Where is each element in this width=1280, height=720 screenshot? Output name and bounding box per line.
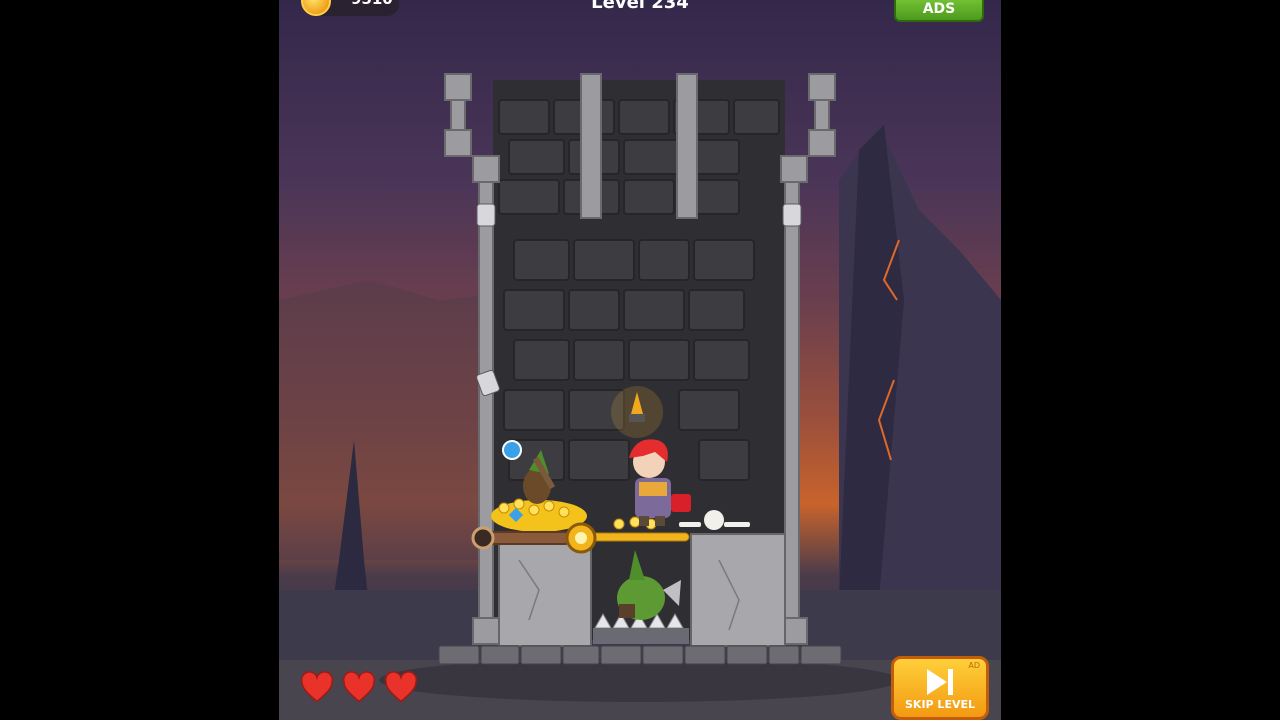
skip-level-button[interactable]: AD SKIP LEVEL	[891, 656, 989, 720]
pin-handle[interactable]	[471, 526, 495, 550]
ad-tag: AD	[968, 661, 980, 670]
game-screen: 9510 Level 234 ADS AD SKIP LEVEL	[279, 0, 1001, 720]
heart-icon	[300, 671, 334, 703]
heart-icon	[342, 671, 376, 703]
level-title: Level 234	[591, 0, 689, 13]
lives	[299, 670, 419, 706]
ads-button[interactable]: ADS	[894, 0, 984, 22]
pull-pin[interactable]	[279, 0, 1001, 720]
skip-icon	[927, 669, 953, 695]
heart-icon	[384, 671, 418, 703]
skip-level-label: SKIP LEVEL	[905, 698, 975, 711]
